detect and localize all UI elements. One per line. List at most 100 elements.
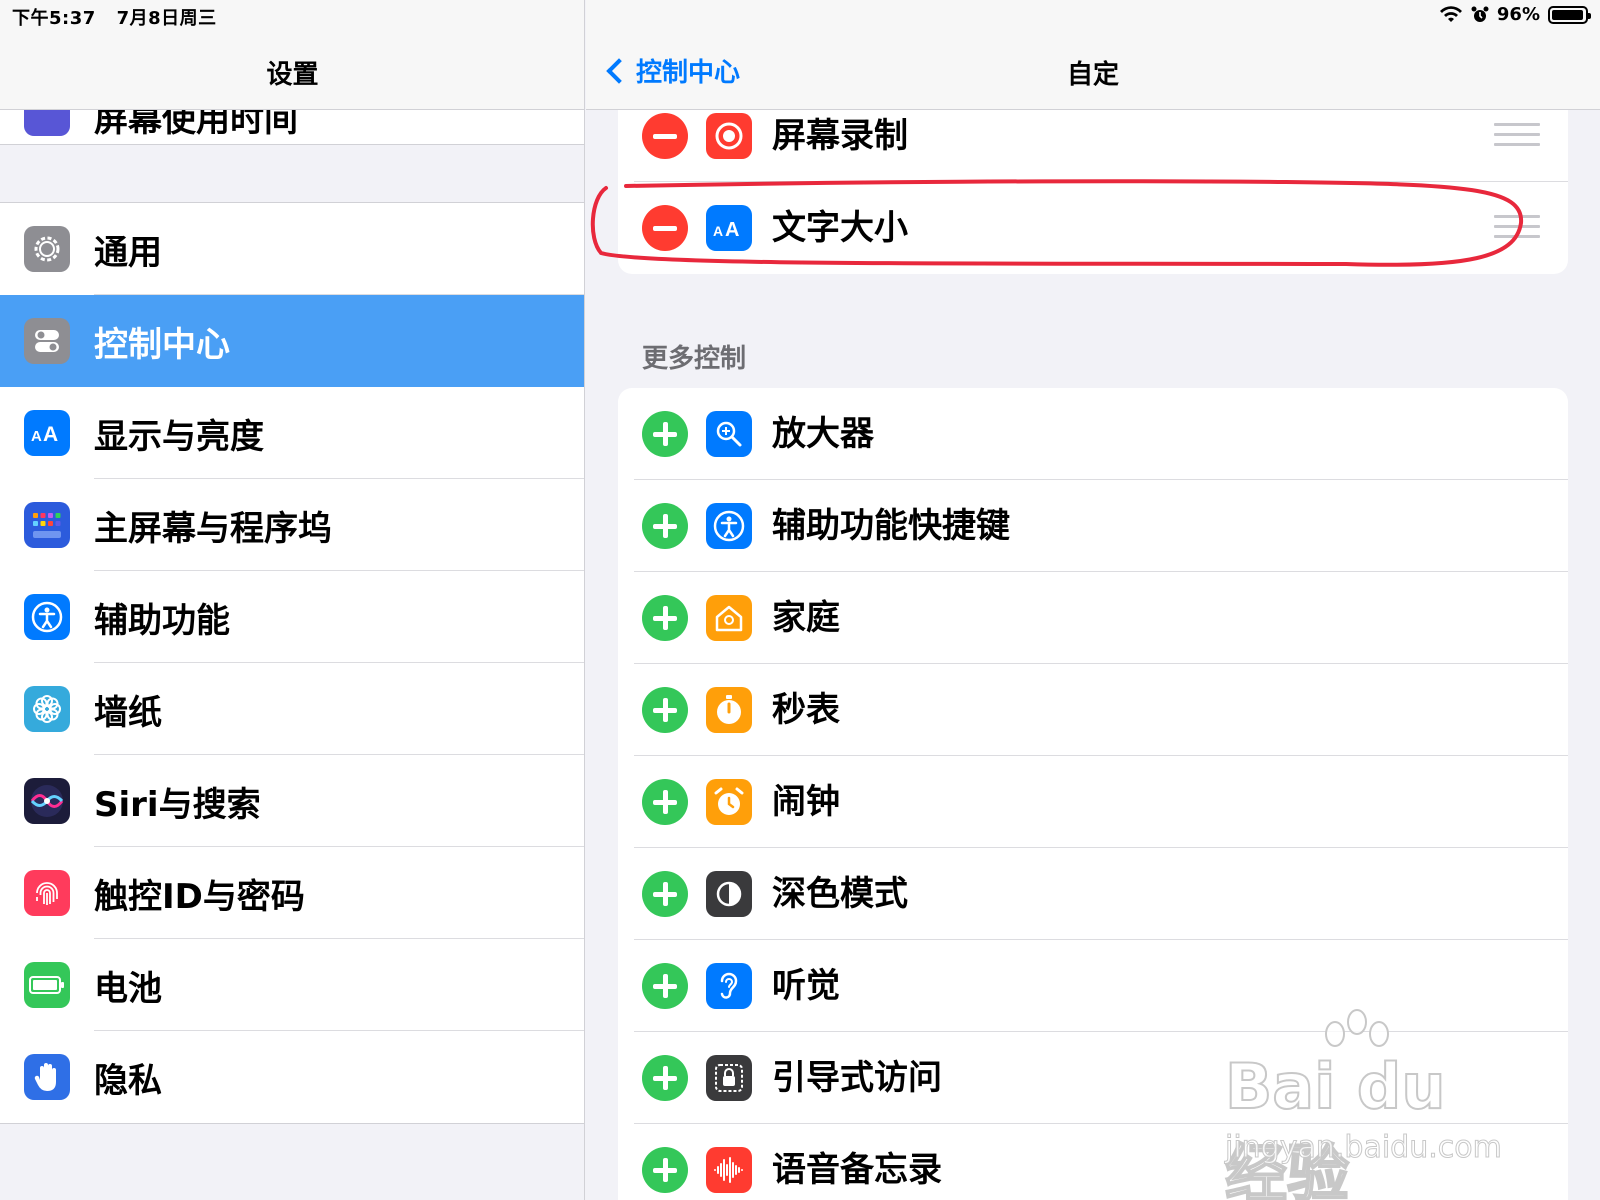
control-row-alarm[interactable]: 闹钟	[618, 756, 1568, 848]
minus-icon	[653, 133, 677, 139]
battery-icon	[1548, 5, 1591, 24]
app-grid-icon	[24, 502, 70, 548]
siri-icon	[24, 778, 70, 824]
sidebar-item-home-screen[interactable]: 主屏幕与程序坞	[0, 479, 584, 571]
home-icon	[706, 595, 752, 641]
sidebar-item-accessibility[interactable]: 辅助功能	[0, 571, 584, 663]
battery-fill	[1552, 9, 1583, 20]
included-controls-list: 屏幕录制 AA 文字大小	[618, 90, 1568, 274]
sidebar-item-partial[interactable]: 屏幕使用时间	[0, 110, 584, 145]
sidebar-group: 通用 控制中心 AA 显示与亮度 主屏幕与程序坞 辅助功能 墙纸 Siri与搜索…	[0, 202, 584, 1124]
sidebar-item-general[interactable]: 通用	[0, 203, 584, 295]
sidebar-item-display[interactable]: AA 显示与亮度	[0, 387, 584, 479]
sidebar-item-label: 电池	[94, 968, 162, 1009]
sidebar-item-label: 辅助功能	[94, 600, 230, 641]
gear-icon	[24, 226, 70, 272]
control-label: 引导式访问	[772, 1058, 942, 1098]
sidebar-item-privacy[interactable]: 隐私	[0, 1031, 584, 1123]
status-date: 7月8日周三	[116, 8, 217, 29]
control-row-guided-access[interactable]: 引导式访问	[618, 1032, 1568, 1124]
svg-text:A: A	[725, 219, 739, 240]
add-button[interactable]	[642, 595, 688, 641]
add-button[interactable]	[642, 1147, 688, 1193]
svg-text:A: A	[31, 428, 42, 445]
add-button[interactable]	[642, 963, 688, 1009]
control-row-text-size[interactable]: AA 文字大小	[618, 182, 1568, 274]
add-button[interactable]	[642, 871, 688, 917]
sidebar-item-label: 控制中心	[94, 324, 230, 365]
control-label: 文字大小	[772, 208, 908, 248]
status-right: 96%	[1439, 4, 1591, 25]
text-size-icon: AA	[24, 410, 70, 456]
status-time: 下午5:37	[12, 8, 96, 29]
control-label: 听觉	[772, 966, 840, 1006]
accessibility-icon	[24, 594, 70, 640]
add-button[interactable]	[642, 687, 688, 733]
drag-handle[interactable]	[1494, 215, 1540, 241]
control-label: 屏幕录制	[772, 116, 908, 156]
sidebar-item-label: 主屏幕与程序坞	[94, 508, 332, 549]
text-size-icon: AA	[706, 205, 752, 251]
battery-percent: 96%	[1496, 4, 1540, 25]
control-label: 深色模式	[772, 874, 908, 914]
sidebar-title: 设置	[266, 60, 319, 90]
settings-sidebar: 设置 屏幕使用时间 通用 控制中心 AA 显示与亮度 主屏幕与程序坞 辅助功能 …	[0, 0, 585, 1200]
flower-icon	[24, 686, 70, 732]
add-button[interactable]	[642, 1055, 688, 1101]
control-label: 闹钟	[772, 782, 840, 822]
sidebar-item-touch-id[interactable]: 触控ID与密码	[0, 847, 584, 939]
wifi-icon	[1439, 5, 1462, 22]
waveform-icon	[706, 1147, 752, 1193]
record-icon	[706, 113, 752, 159]
sidebar-item-label: 墙纸	[94, 692, 162, 733]
sidebar-item-wallpaper[interactable]: 墙纸	[0, 663, 584, 755]
more-controls-list: 放大器 辅助功能快捷键 家庭 秒表 闹钟 深色模式 听觉 引导式访问 语音备忘录	[618, 388, 1568, 1200]
status-left: 下午5:37 7月8日周三	[12, 4, 231, 30]
control-row-dark-mode[interactable]: 深色模式	[618, 848, 1568, 940]
sidebar-item-label: 通用	[94, 232, 162, 273]
add-button[interactable]	[642, 411, 688, 457]
control-row-home[interactable]: 家庭	[618, 572, 1568, 664]
more-controls-header: 更多控制	[642, 344, 747, 374]
control-label: 辅助功能快捷键	[772, 506, 1010, 546]
customize-pane: 控制中心 自定 屏幕录制 AA 文字大小 更多控制 放大器 辅助功能快捷键 家庭…	[586, 0, 1600, 1200]
toggles-icon	[24, 318, 70, 364]
sidebar-item-label: Siri与搜索	[94, 784, 261, 825]
sidebar-item-label: 显示与亮度	[94, 416, 264, 457]
alarm-status-icon	[1471, 6, 1489, 22]
stopwatch-icon	[706, 687, 752, 733]
control-label: 语音备忘录	[772, 1150, 942, 1190]
lock-icon	[706, 1055, 752, 1101]
control-label: 家庭	[772, 598, 840, 638]
add-button[interactable]	[642, 779, 688, 825]
status-bar: 下午5:37 7月8日周三 96%	[0, 0, 1600, 32]
sidebar-item-siri[interactable]: Siri与搜索	[0, 755, 584, 847]
control-row-magnifier[interactable]: 放大器	[618, 388, 1568, 480]
control-label: 秒表	[772, 690, 840, 730]
page-title: 自定	[1066, 60, 1119, 90]
magnifier-icon	[706, 411, 752, 457]
svg-text:A: A	[713, 223, 723, 239]
drag-handle[interactable]	[1494, 123, 1540, 149]
control-row-voice-memos[interactable]: 语音备忘录	[618, 1124, 1568, 1200]
alarm-icon	[706, 779, 752, 825]
control-row-stopwatch[interactable]: 秒表	[618, 664, 1568, 756]
remove-button[interactable]	[642, 205, 688, 251]
sidebar-item-control-center[interactable]: 控制中心	[0, 295, 584, 387]
minus-icon	[653, 225, 677, 231]
hourglass-icon	[24, 110, 70, 136]
battery-icon	[24, 962, 70, 1008]
remove-button[interactable]	[642, 113, 688, 159]
ear-icon	[706, 963, 752, 1009]
accessibility-icon	[706, 503, 752, 549]
control-row-hearing[interactable]: 听觉	[618, 940, 1568, 1032]
sidebar-item-battery[interactable]: 电池	[0, 939, 584, 1031]
control-label: 放大器	[772, 414, 874, 454]
hand-icon	[24, 1054, 70, 1100]
svg-text:A: A	[43, 423, 58, 445]
add-button[interactable]	[642, 503, 688, 549]
dark-mode-icon	[706, 871, 752, 917]
sidebar-item-label: 触控ID与密码	[94, 876, 305, 917]
control-row-accessibility-shortcut[interactable]: 辅助功能快捷键	[618, 480, 1568, 572]
fingerprint-icon	[24, 870, 70, 916]
